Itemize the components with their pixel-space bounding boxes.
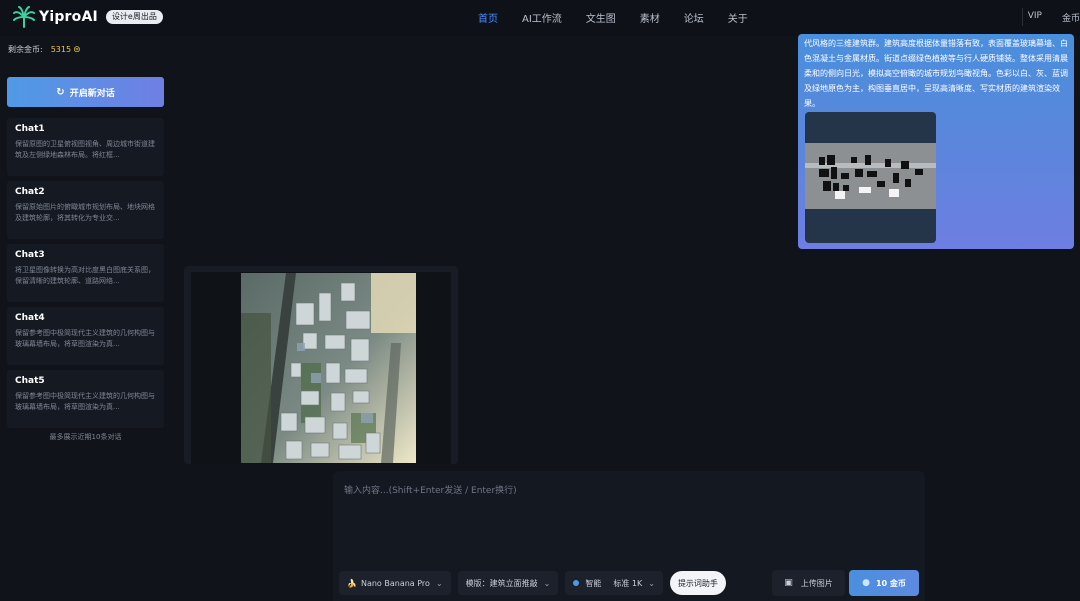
upload-image-button[interactable]: ▣ 上传图片 [772,570,845,596]
user-message-bubble: 代风格的三维建筑群。建筑高度根据体量错落有致，表面覆盖玻璃幕墙、白色混凝土与金属… [798,34,1074,249]
quality-label: 标准 1K [613,578,643,588]
nav-about[interactable]: 关于 [728,10,748,25]
send-button[interactable]: ● 10 金币 [849,570,919,596]
model-select[interactable]: 🍌 Nano Banana Pro ⌄ [339,571,451,595]
chat-item-2[interactable]: Chat2 保留原始图片的俯瞰城市规划布局、地块网格及建筑轮廓，将其转化为专业交… [7,181,164,239]
template-select[interactable]: 模版：建筑立面推敲 ⌄ [457,571,559,595]
new-chat-label: 开启新对话 [69,88,115,99]
top-right-links: VIP 金币 [1008,11,1080,24]
brand-name: YiproAI [39,9,98,25]
mode-label: 智能 [585,578,602,588]
upload-label: 上传图片 [800,578,833,588]
chat-item-3[interactable]: Chat3 将卫星图像转换为高对比度黑白图底关系图，保留清晰的建筑轮廓、道路网络… [7,244,164,302]
chat-preview: 保留原图的卫星俯视图视角、周边城市街道建筑及左侧绿地森林布局。将红框... [15,140,155,159]
chat-preview: 保留参考图中极简现代主义建筑的几何构图与玻璃幕墙布局，将草图渲染为真... [15,329,155,348]
quality-select[interactable]: 智能 标准 1K ⌄ [565,571,663,595]
message-text: 代风格的三维建筑群。建筑高度根据体量错落有致，表面覆盖玻璃幕墙、白色混凝土与金属… [804,39,1068,108]
coins-label: 剩余金币: [8,45,43,54]
reference-image [805,143,936,209]
chat-title: Chat3 [15,250,45,260]
chevron-down-icon: ⌄ [435,578,443,588]
palm-logo-icon [13,6,35,28]
coin-icon: ⊜ [73,44,81,55]
top-navbar: YiproAI 设计e周出品 首页 AI工作流 文生图 素材 论坛 关于 VIP… [0,0,1080,36]
chat-item-5[interactable]: Chat5 保留参考图中极简现代主义建筑的几何构图与玻璃幕墙布局，将草图渲染为真… [7,370,164,428]
chat-preview: 将卫星图像转换为高对比度黑白图底关系图，保留清晰的建筑轮廓、道路网络... [15,266,155,285]
chat-title: Chat2 [15,187,45,197]
refresh-icon: ↻ [56,86,65,98]
nav-forum[interactable]: 论坛 [684,10,704,25]
chevron-down-icon: ⌄ [648,578,655,588]
chat-item-1[interactable]: Chat1 保留原图的卫星俯视图视角、周边城市街道建筑及左侧绿地森林布局。将红框… [7,118,164,176]
chat-preview: 保留原始图片的俯瞰城市规划布局、地块网格及建筑轮廓，将其转化为专业交... [15,203,155,222]
brand-badge: 设计e周出品 [105,10,163,24]
generated-image-card [184,266,458,464]
nav-home[interactable]: 首页 [478,10,498,25]
coin-icon: ● [862,578,870,588]
remaining-coins: 剩余金币: 5315 ⊜ [8,44,81,55]
chat-preview: 保留参考图中极简现代主义建筑的几何构图与玻璃幕墙布局，将草图渲染为真... [15,392,155,411]
template-label: 模版：建筑立面推敲 [465,578,538,588]
prompt-helper-button[interactable]: 提示词助手 [669,571,726,595]
nav-ai-workflow[interactable]: AI工作流 [522,10,562,25]
coins-link[interactable]: 金币 [1062,11,1080,24]
new-chat-button[interactable]: ↻ 开启新对话 [7,77,164,107]
chat-history-list: Chat1 保留原图的卫星俯视图视角、周边城市街道建筑及左侧绿地森林布局。将红框… [7,118,164,433]
brand[interactable]: YiproAI 设计e周出品 [13,6,163,28]
chat-item-4[interactable]: Chat4 保留参考图中极简现代主义建筑的几何构图与玻璃幕墙布局，将草图渲染为真… [7,307,164,365]
chat-title: Chat4 [15,313,45,323]
prompt-helper-label: 提示词助手 [677,578,718,588]
banana-icon: 🍌 [347,578,357,588]
reference-image-thumbnail[interactable] [805,112,936,243]
prompt-input[interactable]: 输入内容...(Shift+Enter发送 / Enter换行) [344,483,517,496]
input-toolbar: 🍌 Nano Banana Pro ⌄ 模版：建筑立面推敲 ⌄ 智能 标准 1K… [339,571,733,595]
status-dot-icon [573,580,580,586]
generated-aerial-image[interactable] [241,273,416,463]
coins-value: 5315 [50,45,72,54]
chevron-down-icon: ⌄ [543,578,551,588]
chat-title: Chat1 [15,124,45,134]
image-frame [191,272,451,464]
chat-history-note: 最多展示近期10条对话 [49,433,122,441]
nav-text-to-image[interactable]: 文生图 [586,10,616,25]
vip-link[interactable]: VIP [1028,11,1042,24]
chat-title: Chat5 [15,376,45,386]
send-label: 10 金币 [875,578,906,588]
nav-materials[interactable]: 素材 [640,10,660,25]
model-label: Nano Banana Pro [360,578,430,588]
image-icon: ▣ [784,578,793,588]
main-nav: 首页 AI工作流 文生图 素材 论坛 关于 [478,10,748,25]
